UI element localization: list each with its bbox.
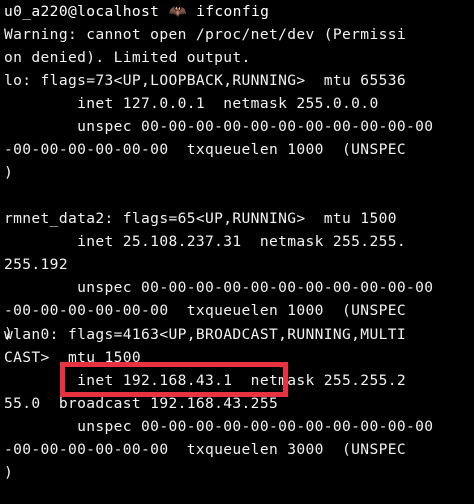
prompt-user-host: u0_a220@localhost bbox=[4, 3, 160, 20]
output-line: 255.192 bbox=[4, 256, 68, 273]
highlight-box bbox=[60, 362, 288, 397]
command-text: ifconfig bbox=[196, 3, 270, 20]
prompt-line: u0_a220@localhost 🦇 ifconfig bbox=[4, 4, 269, 20]
output-line: -00-00-00-00-00-00 txqueuelen 1000 (UNSP… bbox=[4, 141, 406, 158]
output-line: 55.0 broadcast 192.168.43.255 bbox=[4, 395, 279, 412]
terminal-window[interactable]: u0_a220@localhost 🦇 ifconfig Warning: ca… bbox=[0, 0, 474, 504]
output-line: ) bbox=[4, 164, 14, 181]
output-line: on denied). Limited output. bbox=[4, 49, 251, 66]
output-line: inet 25.108.237.31 netmask 255.255. bbox=[4, 233, 406, 250]
output-line: wlan0: flags=4163<UP,BROADCAST,RUNNING,M… bbox=[4, 326, 406, 343]
output-line: rmnet_data2: flags=65<UP,RUNNING> mtu 15… bbox=[4, 210, 397, 227]
output-line: Warning: cannot open /proc/net/dev (Perm… bbox=[4, 26, 406, 43]
output-line: -00-00-00-00-00-00 txqueuelen 3000 (UNSP… bbox=[4, 441, 406, 458]
output-line: inet 127.0.0.1 netmask 255.0.0.0 bbox=[4, 95, 379, 112]
output-line: -00-00-00-00-00-00 txqueuelen 1000 (UNSP… bbox=[4, 302, 406, 319]
output-line: ) bbox=[4, 464, 14, 481]
output-line: lo: flags=73<UP,LOOPBACK,RUNNING> mtu 65… bbox=[4, 72, 406, 89]
output-line: unspec 00-00-00-00-00-00-00-00-00-00-00 bbox=[4, 118, 434, 135]
output-line: unspec 00-00-00-00-00-00-00-00-00-00-00 bbox=[4, 418, 434, 435]
mascot-icon: 🦇 bbox=[168, 3, 187, 20]
output-line: unspec 00-00-00-00-00-00-00-00-00-00-00 bbox=[4, 279, 434, 296]
